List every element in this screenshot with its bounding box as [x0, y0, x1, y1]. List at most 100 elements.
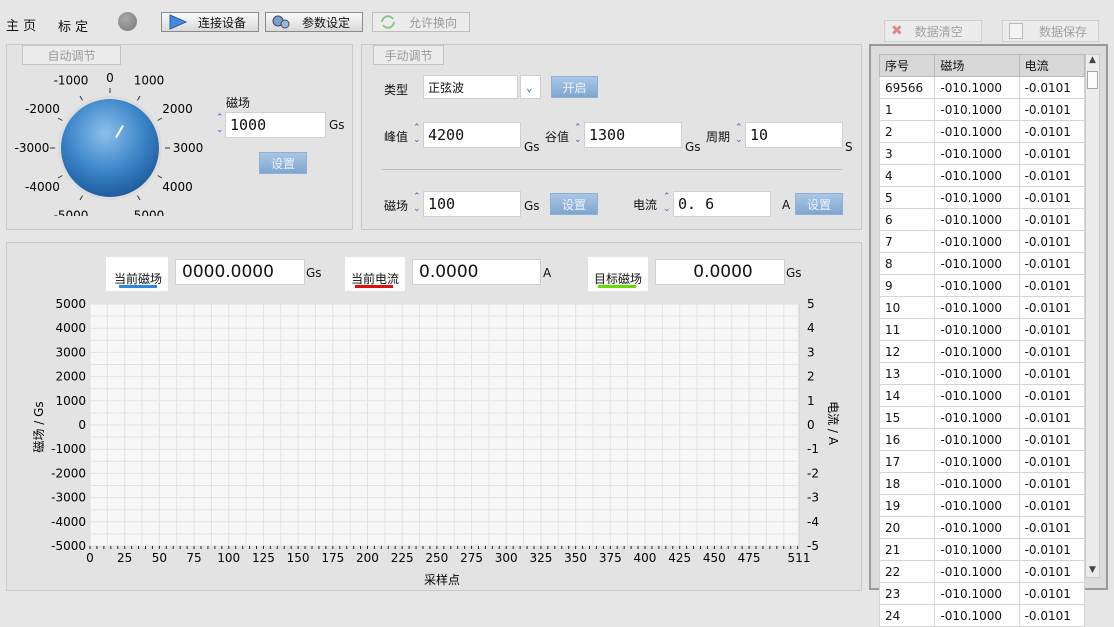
waveform-dropdown-arrow[interactable]: ⌄ [520, 75, 541, 99]
peak-spinner[interactable]: ⌃ ⌄ [413, 122, 421, 148]
table-cell: 17 [878, 450, 936, 473]
field-knob[interactable]: -1000 0 1000 2000 -2000 -3000 3000 -4000 4000 -50… [10, 68, 210, 216]
valley-spinner[interactable]: ⌃ ⌄ [574, 122, 582, 148]
x-tick-label: 100 [217, 551, 240, 565]
valley-input[interactable]: 1300 [584, 122, 682, 148]
table-cell: 24 [878, 604, 936, 627]
table-header-cell[interactable]: 电流 [1018, 54, 1086, 77]
scroll-thumb[interactable] [1087, 71, 1098, 89]
table-cell: -0.0101 [1018, 252, 1086, 275]
table-row[interactable]: 9 -010.1000 -0.0101 [878, 274, 1086, 297]
open-button[interactable]: 开启 [551, 76, 598, 98]
table-row[interactable]: 8 -010.1000 -0.0101 [878, 252, 1086, 275]
table-row[interactable]: 14 -010.1000 -0.0101 [878, 384, 1086, 407]
auto-set-button[interactable]: 设置 [259, 152, 307, 174]
knob-tick-label: -5000 [54, 209, 89, 216]
save-data-button[interactable]: 数据保存 [1002, 20, 1099, 42]
table-row[interactable]: 11 -010.1000 -0.0101 [878, 318, 1086, 341]
table-row[interactable]: 12 -010.1000 -0.0101 [878, 340, 1086, 363]
table-row[interactable]: 18 -010.1000 -0.0101 [878, 472, 1086, 495]
allow-reverse-label: 允许换向 [409, 15, 458, 30]
waveform-type-value: 正弦波 [428, 80, 465, 95]
table-header-cell[interactable]: 序号 [878, 54, 936, 77]
scroll-down-arrow[interactable]: ▼ [1086, 565, 1099, 575]
table-cell: -0.0101 [1018, 406, 1086, 429]
table-row[interactable]: 21 -010.1000 -0.0101 [878, 538, 1086, 561]
manual-field-unit: Gs [524, 199, 540, 213]
table-row[interactable]: 16 -010.1000 -0.0101 [878, 428, 1086, 451]
current-field-readout-unit: Gs [306, 266, 322, 280]
knob-dial[interactable] [61, 99, 159, 197]
current-spinner[interactable]: ⌃ ⌄ [663, 191, 671, 217]
y-tick-label: -2000 [51, 466, 86, 480]
waveform-type-select[interactable]: 正弦波 [423, 75, 518, 99]
table-cell: -0.0101 [1018, 472, 1086, 495]
table-row[interactable]: 3 -010.1000 -0.0101 [878, 142, 1086, 165]
x-tick-label: 275 [460, 551, 483, 565]
scroll-up-arrow[interactable]: ▲ [1086, 55, 1099, 69]
y2-tick-label: 1 [807, 394, 815, 408]
auto-field-input[interactable]: 1000 [225, 112, 326, 138]
valley-unit: Gs [685, 140, 701, 154]
manual-field-spinner[interactable]: ⌃ ⌄ [413, 191, 421, 217]
table-row[interactable]: 17 -010.1000 -0.0101 [878, 450, 1086, 473]
table-cell: -0.0101 [1018, 538, 1086, 561]
auto-field-spinner[interactable]: ⌃ ⌄ [216, 112, 224, 138]
refresh-icon [377, 14, 399, 30]
y2-tick-label: 0 [807, 418, 815, 432]
current-input[interactable]: 0. 6 [673, 191, 771, 217]
table-row[interactable]: 6 -010.1000 -0.0101 [878, 208, 1086, 231]
parameter-settings-button[interactable]: 参数设定 [265, 12, 363, 32]
manual-field-set-button[interactable]: 设置 [550, 193, 598, 215]
table-cell: -0.0101 [1018, 494, 1086, 517]
table-row[interactable]: 5 -010.1000 -0.0101 [878, 186, 1086, 209]
table-row[interactable]: 19 -010.1000 -0.0101 [878, 494, 1086, 517]
y-tick-label: 2000 [55, 370, 86, 384]
table-cell: 18 [878, 472, 936, 495]
table-scrollbar[interactable]: ▲ ▼ [1085, 54, 1100, 578]
y-tick-label: 1000 [55, 394, 86, 408]
table-row[interactable]: 23 -010.1000 -0.0101 [878, 582, 1086, 605]
peak-input[interactable]: 4200 [423, 122, 521, 148]
current-set-button[interactable]: 设置 [795, 193, 843, 215]
table-cell: 19 [878, 494, 936, 517]
y2-tick-label: 4 [807, 321, 815, 335]
table-row[interactable]: 69566 -010.1000 -0.0101 [878, 76, 1086, 99]
table-row[interactable]: 2 -010.1000 -0.0101 [878, 120, 1086, 143]
x-tick-label: 511 [788, 551, 811, 565]
table-cell: -010.1000 [934, 516, 1020, 539]
period-spinner[interactable]: ⌃ ⌄ [735, 122, 743, 148]
table-row[interactable]: 24 -010.1000 -0.0101 [878, 604, 1086, 627]
table-cell: -010.1000 [934, 252, 1020, 275]
y-tick-label: 5000 [55, 297, 86, 311]
table-row[interactable]: 4 -010.1000 -0.0101 [878, 164, 1086, 187]
table-row[interactable]: 7 -010.1000 -0.0101 [878, 230, 1086, 253]
table-header-cell[interactable]: 磁场 [934, 54, 1020, 77]
y2-tick-label: -2 [807, 466, 819, 480]
y2-tick-label: 3 [807, 345, 815, 359]
clear-data-button[interactable]: ✖ 数据清空 [884, 20, 982, 42]
table-row[interactable]: 10 -010.1000 -0.0101 [878, 296, 1086, 319]
table-cell: -010.1000 [934, 98, 1020, 121]
period-input[interactable]: 10 [745, 122, 843, 148]
table-row[interactable]: 13 -010.1000 -0.0101 [878, 362, 1086, 385]
table-row[interactable]: 1 -010.1000 -0.0101 [878, 98, 1086, 121]
nav-home[interactable]: 主 页 [6, 15, 36, 34]
x-tick-label: 0 [86, 551, 94, 565]
table-row[interactable]: 22 -010.1000 -0.0101 [878, 560, 1086, 583]
allow-reverse-button[interactable]: 允许换向 [372, 12, 470, 32]
table-row[interactable]: 20 -010.1000 -0.0101 [878, 516, 1086, 539]
knob-tick [157, 175, 163, 179]
knob-tick [57, 117, 63, 121]
x-axis-ticks: 0 25 50 75 100 125 150 175 200 225 250 275 300 325 350… [86, 546, 810, 565]
table-row[interactable]: 15 -010.1000 -0.0101 [878, 406, 1086, 429]
manual-field-input[interactable]: 100 [423, 191, 521, 217]
y2-tick-label: -1 [807, 442, 819, 456]
connect-device-button[interactable]: 连接设备 [161, 12, 259, 32]
table-cell: -010.1000 [934, 538, 1020, 561]
data-table-frame: 序号 磁场 电流 69566 -010.1000 -0.0101 1 -010.1000 -0… [869, 44, 1108, 627]
target-field-readout-unit: Gs [786, 266, 802, 280]
nav-calibrate[interactable]: 标 定 [58, 16, 88, 35]
table-cell: -0.0101 [1018, 296, 1086, 319]
current-unit: A [782, 198, 791, 212]
